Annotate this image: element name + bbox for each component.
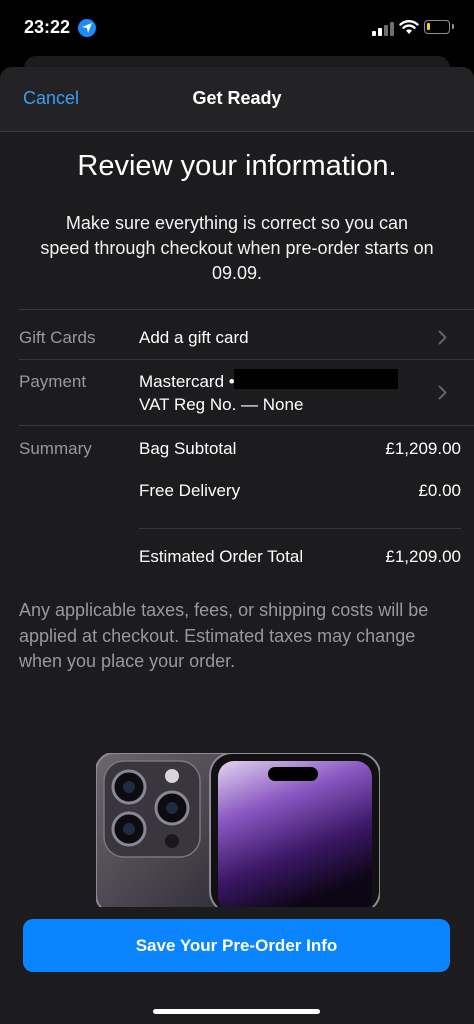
divider bbox=[19, 309, 474, 310]
bag-subtotal-label: Bag Subtotal bbox=[139, 439, 237, 458]
page-title: Review your information. bbox=[77, 150, 397, 182]
delivery-amount: £0.00 bbox=[418, 481, 461, 500]
divider bbox=[19, 359, 474, 360]
chevron-right-icon bbox=[438, 385, 447, 400]
estimated-total-amount: £1,209.00 bbox=[385, 547, 461, 566]
home-indicator bbox=[153, 1009, 320, 1014]
add-gift-card-link[interactable]: Add a gift card bbox=[139, 328, 249, 348]
iphone-product-image bbox=[96, 753, 380, 907]
summary-divider bbox=[139, 528, 461, 529]
status-time: 23:22 bbox=[24, 17, 71, 37]
bag-subtotal-amount: £1,209.00 bbox=[385, 439, 461, 458]
battery-icon bbox=[424, 20, 454, 34]
payment-label: Payment bbox=[19, 372, 87, 391]
payment-card: Mastercard • bbox=[139, 372, 235, 391]
status-bar: 23:22 bbox=[0, 0, 474, 56]
review-sheet: Cancel Get Ready Review your information… bbox=[0, 67, 474, 1024]
gift-cards-label: Gift Cards bbox=[19, 328, 96, 347]
divider bbox=[19, 425, 474, 426]
save-pre-order-info-button[interactable]: Save Your Pre-Order Info bbox=[23, 919, 450, 972]
nav-title: Get Ready bbox=[192, 88, 282, 108]
summary-label: Summary bbox=[19, 439, 92, 458]
redacted-card-number bbox=[234, 369, 398, 389]
delivery-label: Free Delivery bbox=[139, 481, 241, 500]
wifi-icon bbox=[399, 20, 419, 34]
estimated-total-label: Estimated Order Total bbox=[139, 547, 304, 566]
cellular-signal-icon bbox=[372, 22, 396, 36]
vat-reg-number: VAT Reg No. — None bbox=[139, 395, 304, 414]
location-arrow-icon bbox=[78, 19, 96, 37]
page-subtitle: Make sure everything is correct so you c… bbox=[40, 213, 434, 283]
chevron-right-icon bbox=[438, 330, 447, 345]
navigation-bar: Cancel Get Ready bbox=[0, 67, 474, 132]
tax-disclaimer: Any applicable taxes, fees, or shipping … bbox=[19, 600, 429, 671]
